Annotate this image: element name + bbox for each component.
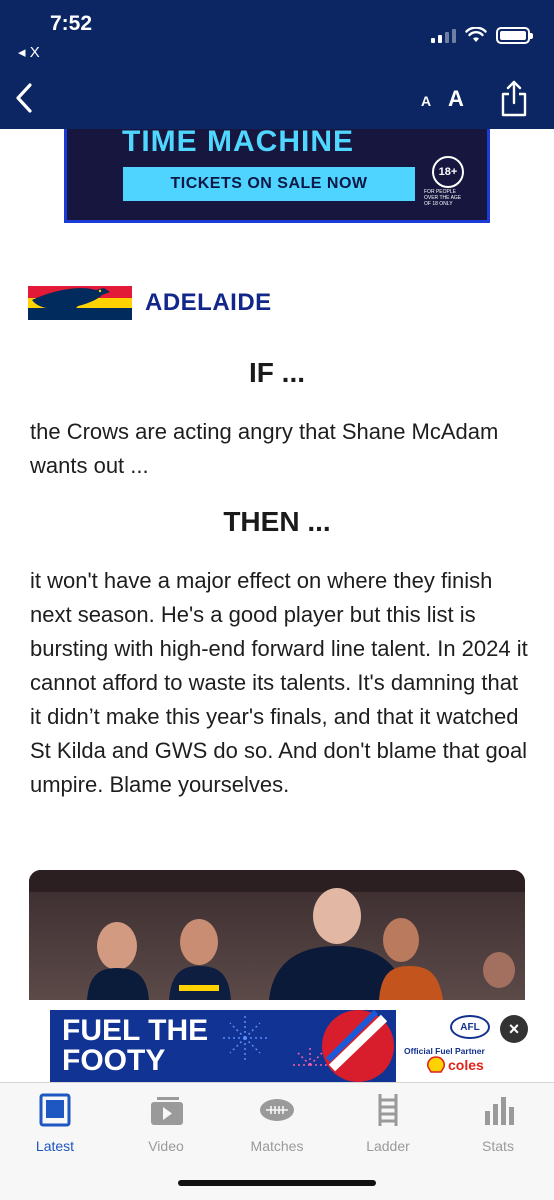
battery-icon — [496, 26, 533, 44]
football-icon — [260, 1099, 294, 1121]
team-name: ADELAIDE — [145, 289, 272, 316]
bottom-advertisement[interactable]: FUEL THE FOOTY AFL Official Fuel Partner… — [50, 1010, 502, 1082]
video-icon — [151, 1097, 183, 1125]
top-advertisement[interactable]: TIME MACHINE TICKETS ON SALE NOW 18+ FOR… — [64, 129, 490, 223]
ad-slogan: FUEL THE FOOTY — [62, 1016, 208, 1076]
partner-panel: AFL Official Fuel Partner coles — [396, 1010, 502, 1082]
stats-icon — [485, 1097, 514, 1125]
status-icons — [431, 25, 533, 45]
signal-icon — [431, 27, 456, 43]
back-button[interactable] — [8, 78, 40, 118]
tab-stats-label: Stats — [482, 1138, 514, 1154]
home-indicator[interactable] — [178, 1180, 376, 1186]
age-note: FOR PEOPLE OVER THE AGE OF 18 ONLY — [424, 189, 462, 207]
ladder-icon — [378, 1094, 398, 1126]
adelaide-crows-logo — [28, 286, 132, 320]
if-heading: IF ... — [249, 357, 305, 388]
tab-stats[interactable]: Stats — [453, 1093, 543, 1154]
ad-slogan-line2: FOOTY — [62, 1044, 166, 1077]
app-header: 7:52 ◂ X A A — [0, 0, 554, 129]
tab-matches-label: Matches — [250, 1138, 304, 1154]
tickets-cta[interactable]: TICKETS ON SALE NOW — [123, 167, 415, 201]
wifi-icon — [465, 27, 487, 42]
tab-video[interactable]: Video — [121, 1093, 211, 1154]
tab-latest[interactable]: Latest — [10, 1093, 100, 1154]
then-paragraph: it won't have a major effect on where th… — [30, 568, 528, 797]
afl-logo: AFL — [450, 1015, 490, 1039]
tab-matches[interactable]: Matches — [232, 1093, 322, 1154]
shell-icon — [427, 1056, 445, 1073]
share-button[interactable] — [498, 78, 530, 118]
ad-title: TIME MACHINE — [122, 129, 354, 158]
age-restriction-badge: 18+ — [432, 156, 464, 188]
discount-badge-graphic — [322, 1010, 394, 1082]
increase-font-button[interactable]: A — [448, 86, 464, 112]
decrease-font-button[interactable]: A — [421, 93, 431, 109]
latest-icon — [39, 1093, 71, 1127]
players-photo-image — [29, 870, 525, 1000]
partner-text: Official Fuel Partner — [404, 1046, 485, 1056]
tab-ladder[interactable]: Ladder — [343, 1093, 433, 1154]
article-photo[interactable] — [29, 870, 525, 1000]
close-ad-button[interactable]: × — [500, 1015, 528, 1043]
share-icon — [501, 80, 527, 117]
tab-latest-label: Latest — [35, 1138, 75, 1154]
if-paragraph: the Crows are acting angry that Shane Mc… — [30, 419, 499, 478]
tab-video-label: Video — [148, 1138, 184, 1154]
back-to-app-link[interactable]: ◂ X — [18, 43, 40, 61]
status-time: 7:52 — [50, 12, 93, 35]
coles-logo: coles — [448, 1057, 484, 1073]
ad-slogan-line1: FUEL THE — [62, 1014, 209, 1047]
then-heading: THEN ... — [223, 506, 331, 537]
tab-ladder-label: Ladder — [366, 1138, 410, 1154]
chevron-left-icon — [16, 83, 32, 113]
